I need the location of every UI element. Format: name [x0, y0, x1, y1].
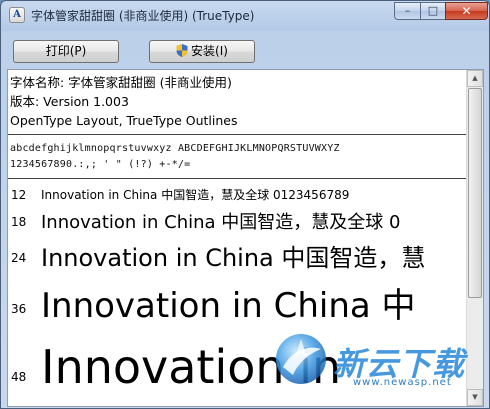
sample-size-label: 12 [11, 188, 27, 202]
divider [8, 134, 468, 135]
install-button-label: 安装(I) [191, 44, 228, 58]
watermark-logo-icon [276, 334, 326, 384]
sample-text: Innovation in China 中国智造，慧 [41, 244, 426, 272]
print-button[interactable]: 打印(P) [13, 40, 119, 63]
font-outlines-text: OpenType Layout, TrueType Outlines [10, 113, 238, 128]
watermark: 新云下载 www.newasp.net [273, 331, 483, 401]
sample-size-label: 24 [11, 251, 27, 265]
scroll-up-arrow-icon[interactable]: ▲ [467, 70, 483, 87]
uac-shield-icon [176, 44, 188, 57]
scrollbar-thumb[interactable] [468, 88, 482, 298]
font-info: 字体名称: 字体管家甜甜圈 (非商业使用) 版本: Version 1.003 … [10, 73, 450, 130]
close-button[interactable]: ✕ [445, 2, 488, 20]
sample-text: Innovation in China 中国智造，慧及全球 0 [41, 212, 401, 233]
sample-size-label: 48 [11, 370, 27, 384]
sample-row: 36 Innovation in China 中 [8, 274, 468, 336]
charset-line-digits: 1234567890.:,; ' " (!?) +-*/= [10, 159, 191, 170]
sample-text: Innovation in China 中 [41, 286, 416, 326]
font-viewer-window: A 字体管家甜甜圈 (非商业使用) (TrueType) – □ ✕ 打印(P)… [0, 0, 490, 409]
font-file-icon: A [9, 7, 25, 23]
sample-row: 12 Innovation in China 中国智造，慧及全球 0123456… [8, 185, 468, 205]
minimize-button[interactable]: – [394, 2, 420, 20]
toolbar: 打印(P) 安装(I) [7, 29, 483, 67]
title-bar[interactable]: A 字体管家甜甜圈 (非商业使用) (TrueType) – □ ✕ [1, 1, 489, 29]
charset-line-letters: abcdefghijklmnopqrstuvwxyz ABCDEFGHIJKLM… [10, 143, 340, 154]
sample-row: 18 Innovation in China 中国智造，慧及全球 0 [8, 206, 468, 236]
font-version-text: 版本: Version 1.003 [10, 94, 129, 109]
install-button[interactable]: 安装(I) [149, 40, 255, 63]
font-name-text: 字体名称: 字体管家甜甜圈 (非商业使用) [10, 75, 232, 90]
watermark-url: www.newasp.net [353, 377, 452, 388]
window-title: 字体管家甜甜圈 (非商业使用) (TrueType) [31, 9, 255, 23]
maximize-button[interactable]: □ [420, 2, 445, 20]
sample-size-label: 18 [11, 215, 27, 229]
sample-size-label: 36 [11, 302, 27, 316]
divider [8, 178, 468, 179]
sample-row: 24 Innovation in China 中国智造，慧 [8, 235, 468, 275]
print-button-label: 打印(P) [45, 44, 87, 58]
sample-text: Innovation in China 中国智造，慧及全球 0123456789 [41, 188, 350, 202]
